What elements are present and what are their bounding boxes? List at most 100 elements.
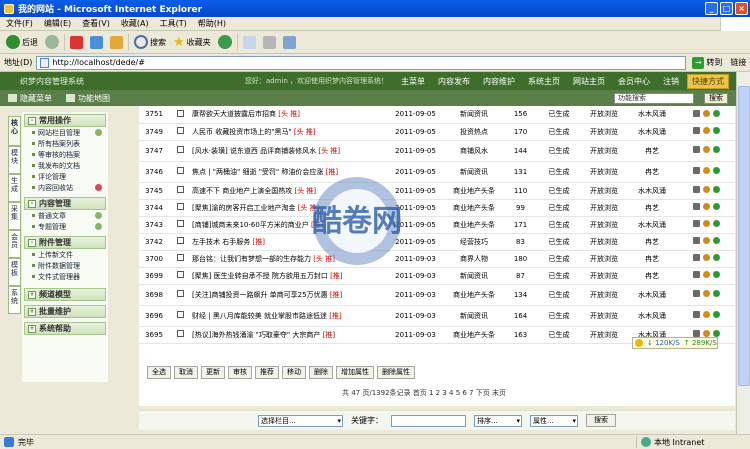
stop-button[interactable] (68, 33, 85, 52)
preview-icon[interactable] (702, 146, 710, 153)
tab-collect[interactable]: 采集 (8, 202, 21, 230)
function-search-input[interactable]: 功能搜索 (614, 93, 694, 104)
links-button[interactable]: 链接 (730, 57, 746, 68)
approve-icon[interactable] (712, 146, 720, 153)
preview-icon[interactable] (702, 186, 710, 193)
sidebar-item-column-manage[interactable]: 网站栏目管理 (24, 127, 106, 138)
sidebar-group-header[interactable]: - 内容管理 (24, 197, 106, 210)
approve-icon[interactable] (712, 330, 720, 337)
article-title-link[interactable]: 高速不下 商业地产上演全国热攻 (192, 187, 292, 195)
edit-icon[interactable] (692, 311, 700, 318)
article-title-link[interactable]: 人民币 收藏投资市场上的"黑马" (192, 128, 292, 136)
row-checkbox[interactable] (176, 203, 184, 210)
cell-category[interactable]: 新闻资讯 (444, 161, 504, 183)
empty-icon[interactable] (95, 184, 102, 191)
nav-member-center[interactable]: 会员中心 (618, 76, 650, 87)
preview-icon[interactable] (702, 220, 710, 227)
pagination[interactable]: 共 47 页/1392条记录 首页 1 2 3 4 5 6 7 下页 末页 (342, 388, 506, 398)
sort-select[interactable]: 排序... (474, 414, 522, 427)
approve-icon[interactable] (712, 109, 720, 117)
approve-icon[interactable] (712, 290, 720, 297)
cell-category[interactable]: 商业地产头条 (444, 199, 504, 217)
approve-icon[interactable] (712, 220, 720, 227)
nav-site-home[interactable]: 网站主页 (573, 76, 605, 87)
row-checkbox[interactable] (176, 290, 184, 297)
minimize-button[interactable]: _ (705, 2, 718, 15)
sidebar-item-my-docs[interactable]: 我发布的文档 (24, 160, 106, 171)
menu-edit[interactable]: 编辑(E) (44, 18, 71, 29)
article-title-link[interactable]: 财经 | 黑八月库能较美 就业掌股市路途低迷 (192, 312, 327, 320)
cell-category[interactable]: 投资热点 (444, 123, 504, 141)
article-title-link[interactable]: [风水·装璜] 说东道西 品评商铺装修风水 (192, 147, 316, 155)
edit-icon[interactable] (692, 203, 700, 210)
quick-access-button[interactable]: 快捷方式 (687, 73, 729, 89)
page-scrollbar[interactable] (736, 72, 750, 434)
sidebar-item-all-docs[interactable]: 所有档案列表 (24, 138, 106, 149)
edit-icon[interactable] (692, 146, 700, 153)
edit-button[interactable] (281, 33, 298, 52)
sidebar-item-upload[interactable]: 上传新文件 (24, 249, 106, 260)
article-title-link[interactable]: [聚焦]渝的房客开启工业地产淘金 (192, 204, 295, 212)
cell-category[interactable]: 商界人物 (444, 250, 504, 268)
nav-system-home[interactable]: 系统主页 (528, 76, 560, 87)
row-checkbox[interactable] (176, 311, 184, 318)
approve-icon[interactable] (712, 203, 720, 210)
preview-icon[interactable] (702, 311, 710, 318)
sidebar-item-recycle-bin[interactable]: 内容回收站 (24, 182, 106, 193)
scroll-thumb[interactable] (738, 86, 750, 386)
preview-icon[interactable] (702, 167, 710, 174)
attribute-select[interactable]: 属性... (530, 414, 578, 427)
approve-icon[interactable] (712, 167, 720, 174)
keyword-input[interactable] (391, 414, 466, 427)
sidebar-group-header[interactable]: - 附件管理 (24, 236, 106, 249)
article-title-link[interactable]: 康帮欲天大道披露后市招商 (192, 110, 276, 118)
function-search-button[interactable]: 搜索 (704, 93, 728, 104)
refresh-button[interactable] (88, 33, 105, 52)
cancel-button[interactable]: 取消 (174, 366, 198, 379)
edit-icon[interactable] (692, 330, 700, 337)
cell-category[interactable]: 商业地产头条 (444, 326, 504, 344)
hide-menu-button[interactable]: 隐藏菜单 (8, 93, 52, 104)
preview-icon[interactable] (702, 290, 710, 297)
preview-icon[interactable] (702, 109, 710, 117)
preview-icon[interactable] (702, 271, 710, 278)
edit-icon[interactable] (692, 254, 700, 261)
approve-button[interactable]: 审核 (228, 366, 252, 379)
row-checkbox[interactable] (176, 237, 184, 244)
recommend-button[interactable]: 推荐 (255, 366, 279, 379)
sidebar-item-topics[interactable]: 专题管理 (24, 221, 106, 232)
sidebar-item-articles[interactable]: 普通文章 (24, 210, 106, 221)
article-title-link[interactable]: [热议]海外热钱涌渝 "巧取豪夺" 大宗商产 (192, 331, 320, 339)
mail-button[interactable] (241, 33, 258, 52)
print-button[interactable] (261, 33, 278, 52)
remove-attribute-button[interactable]: 删除属性 (377, 366, 415, 379)
sidebar-item-pending-docs[interactable]: 等审核的档案 (24, 149, 106, 160)
preview-icon[interactable] (702, 127, 710, 134)
menu-help[interactable]: 帮助(H) (198, 18, 226, 29)
menu-favorites[interactable]: 收藏(A) (121, 18, 149, 29)
tab-core[interactable]: 核心 (8, 116, 21, 146)
tab-system[interactable]: 系统 (8, 286, 21, 314)
cell-category[interactable]: 新闻资讯 (444, 305, 504, 327)
menu-view[interactable]: 查看(V) (82, 18, 110, 29)
edit-icon[interactable] (692, 127, 700, 134)
cell-category[interactable]: 商业地产头条 (444, 284, 504, 306)
add-icon[interactable] (95, 129, 102, 136)
cell-category[interactable]: 新闻资讯 (444, 106, 504, 124)
sidebar-group-header[interactable]: + 批量维护 (24, 305, 106, 318)
preview-icon[interactable] (702, 330, 710, 337)
edit-icon[interactable] (692, 186, 700, 193)
nav-content-publish[interactable]: 内容发布 (438, 76, 470, 87)
tab-templates[interactable]: 模板 (8, 258, 21, 286)
approve-icon[interactable] (712, 271, 720, 278)
search-submit-button[interactable]: 搜索 (586, 414, 616, 427)
approve-icon[interactable] (712, 311, 720, 318)
home-button[interactable] (108, 33, 125, 52)
column-select[interactable]: 选择栏目... (258, 414, 343, 427)
cell-category[interactable]: 商业地产头条 (444, 182, 504, 200)
search-button[interactable]: 搜索 (132, 33, 168, 52)
function-map-button[interactable]: 功能地图 (66, 93, 110, 104)
sidebar-group-header[interactable]: + 频道模型 (24, 288, 106, 301)
approve-icon[interactable] (712, 254, 720, 261)
edit-icon[interactable] (692, 290, 700, 297)
